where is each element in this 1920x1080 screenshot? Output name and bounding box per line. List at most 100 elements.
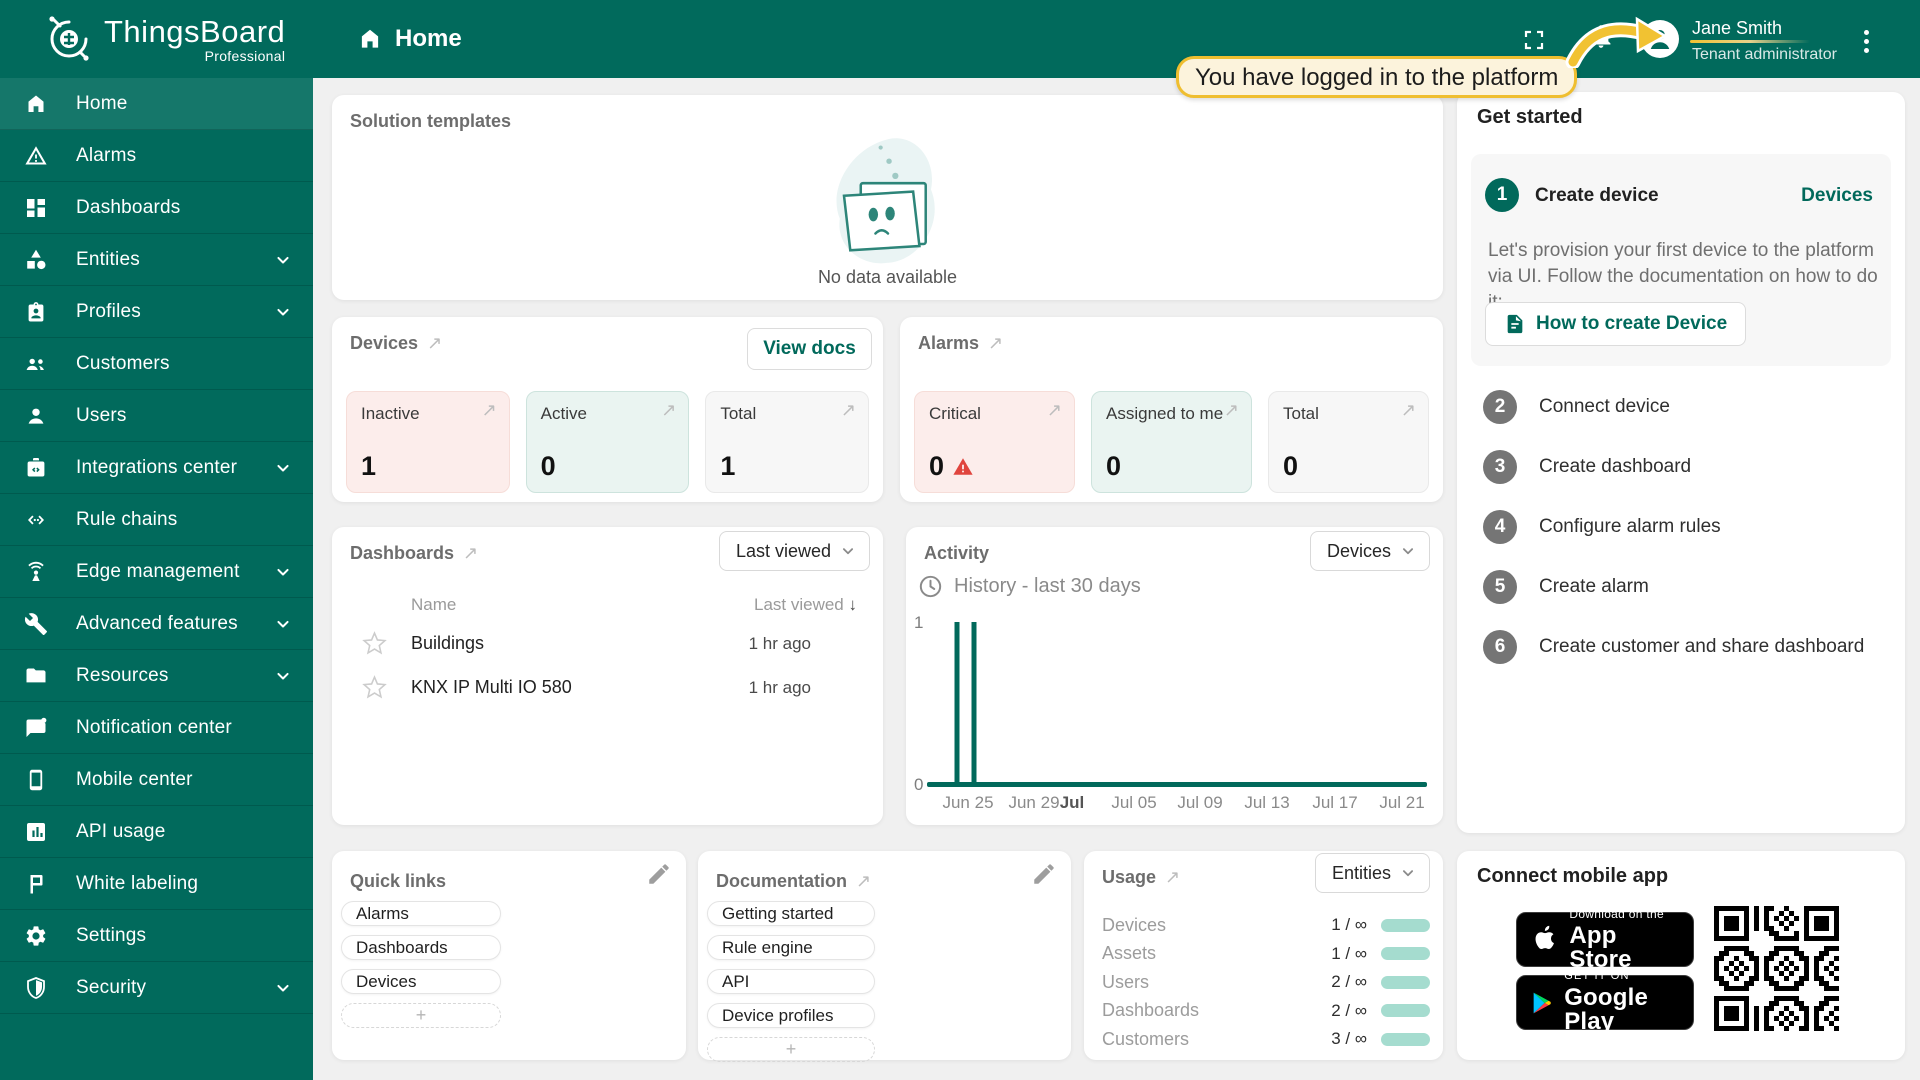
quick-links-widget: Quick links Alarms Dashboards Devices + [332,851,686,1060]
get-started-step-2[interactable]: 2 Connect device [1457,377,1905,437]
open-link-icon[interactable]: ↗ [463,543,478,564]
stat-card-total[interactable]: Total ↗ 1 [705,391,869,493]
doc-link-device-profiles[interactable]: Device profiles [707,1003,875,1028]
sort-select[interactable]: Last viewed [719,531,870,571]
usage-value: 3 / ∞ [1331,1029,1367,1049]
star-icon[interactable] [362,675,387,700]
get-started-step-4[interactable]: 4 Configure alarm rules [1457,497,1905,557]
step-title: Create alarm [1539,576,1649,598]
sidebar-item-label: Dashboards [76,197,293,219]
stat-card-assigned-to-me[interactable]: Assigned to me ↗ 0 [1091,391,1252,493]
usage-value: 1 / ∞ [1331,915,1367,935]
badge-top-text: Download on the [1569,908,1679,920]
sidebar-item-edge-management[interactable]: Edge management [0,546,313,598]
sidebar-item-users[interactable]: Users [0,390,313,442]
sidebar-item-label: Mobile center [76,769,293,791]
widget-title: Quick links [350,871,446,892]
open-link-icon: ↗ [482,400,497,421]
add-quick-link-button[interactable]: + [341,1003,501,1028]
quick-link-dashboards[interactable]: Dashboards [341,935,501,960]
sidebar-item-alarms[interactable]: Alarms [0,130,313,182]
tools-icon [24,612,48,636]
column-label: Last viewed [754,595,844,614]
sidebar-item-api-usage[interactable]: API usage [0,806,313,858]
flag-icon [24,872,48,896]
badge-top-text: GET IT ON [1564,971,1679,982]
chevron-down-icon [273,978,293,998]
get-started-step-5[interactable]: 5 Create alarm [1457,557,1905,617]
app-store-badge[interactable]: Download on the App Store [1516,912,1694,967]
stat-card-active[interactable]: Active ↗ 0 [526,391,690,493]
sidebar-item-mobile-center[interactable]: Mobile center [0,754,313,806]
step-number-badge: 6 [1483,630,1517,664]
devices-link[interactable]: Devices [1801,185,1873,207]
x-tick: Jul 21 [1379,793,1424,813]
table-row[interactable]: KNX IP Multi IO 580 1 hr ago [332,667,883,711]
x-tick: Jul [1060,793,1085,813]
usage-value: 1 / ∞ [1331,944,1367,964]
sidebar-item-label: Security [76,977,273,999]
breadcrumb-label: Home [395,25,462,53]
google-play-badge[interactable]: GET IT ON Google Play [1516,975,1694,1030]
sidebar-item-settings[interactable]: Settings [0,910,313,962]
step-title: Configure alarm rules [1539,516,1721,538]
sidebar-item-rule-chains[interactable]: Rule chains [0,494,313,546]
sidebar-item-security[interactable]: Security [0,962,313,1014]
doc-link-api[interactable]: API [707,969,875,994]
view-docs-button[interactable]: View docs [747,328,872,370]
sidebar-item-integrations-center[interactable]: Integrations center [0,442,313,494]
stat-card-critical[interactable]: Critical ↗ 0 [914,391,1075,493]
dashboards-widget: Dashboards ↗ Last viewed Name Last viewe… [332,527,883,825]
home-icon [357,26,383,52]
sidebar-item-entities[interactable]: Entities [0,234,313,286]
sidebar-item-customers[interactable]: Customers [0,338,313,390]
sidebar-item-label: API usage [76,821,293,843]
add-doc-link-button[interactable]: + [707,1037,875,1062]
column-name[interactable]: Name [411,595,456,615]
product-edition: Professional [104,48,285,64]
usage-row: Dashboards 2 / ∞ [1102,997,1430,1026]
sidebar-item-label: Rule chains [76,509,293,531]
stat-card-total[interactable]: Total ↗ 0 [1268,391,1429,493]
entity-filter-value: Devices [1327,541,1391,562]
fullscreen-button[interactable] [1522,28,1546,52]
sidebar-item-resources[interactable]: Resources [0,650,313,702]
star-icon[interactable] [362,631,387,656]
usage-progress-bar [1381,1004,1430,1017]
google-play-icon [1531,989,1552,1017]
open-link-icon[interactable]: ↗ [1165,867,1180,888]
sidebar: Home Alarms Dashboards Entities Profiles… [0,78,313,1080]
open-link-icon[interactable]: ↗ [427,333,442,354]
get-started-step-6[interactable]: 6 Create customer and share dashboard [1457,617,1905,677]
doc-link-rule-engine[interactable]: Rule engine [707,935,875,960]
open-link-icon[interactable]: ↗ [988,333,1003,354]
chevron-down-icon [273,458,293,478]
sidebar-item-label: Users [76,405,293,427]
sidebar-item-profiles[interactable]: Profiles [0,286,313,338]
stat-card-inactive[interactable]: Inactive ↗ 1 [346,391,510,493]
thingsboard-logo[interactable]: ThingsBoard Professional [44,14,285,64]
clock-icon [918,574,943,599]
column-last-viewed[interactable]: Last viewed ↓ [754,595,857,615]
edit-button[interactable] [1031,861,1057,887]
entity-filter-select[interactable]: Devices [1310,531,1430,571]
more-menu-button[interactable] [1862,26,1870,57]
sidebar-item-dashboards[interactable]: Dashboards [0,182,313,234]
get-started-step-3[interactable]: 3 Create dashboard [1457,437,1905,497]
usage-filter-select[interactable]: Entities [1315,853,1430,893]
warning-icon [24,144,48,168]
open-link-icon[interactable]: ↗ [856,871,871,892]
how-to-create-device-button[interactable]: How to create Device [1485,302,1746,346]
user-name[interactable]: Jane Smith [1692,18,1782,39]
sidebar-item-home[interactable]: Home [0,78,313,130]
table-row[interactable]: Buildings 1 hr ago [332,623,883,667]
sidebar-item-notification-center[interactable]: Notification center [0,702,313,754]
category-icon [24,248,48,272]
sidebar-item-advanced-features[interactable]: Advanced features [0,598,313,650]
edit-button[interactable] [646,861,672,887]
breadcrumb[interactable]: Home [357,0,462,78]
quick-link-devices[interactable]: Devices [341,969,501,994]
quick-link-alarms[interactable]: Alarms [341,901,501,926]
sidebar-item-white-labeling[interactable]: White labeling [0,858,313,910]
doc-link-getting-started[interactable]: Getting started [707,901,875,926]
